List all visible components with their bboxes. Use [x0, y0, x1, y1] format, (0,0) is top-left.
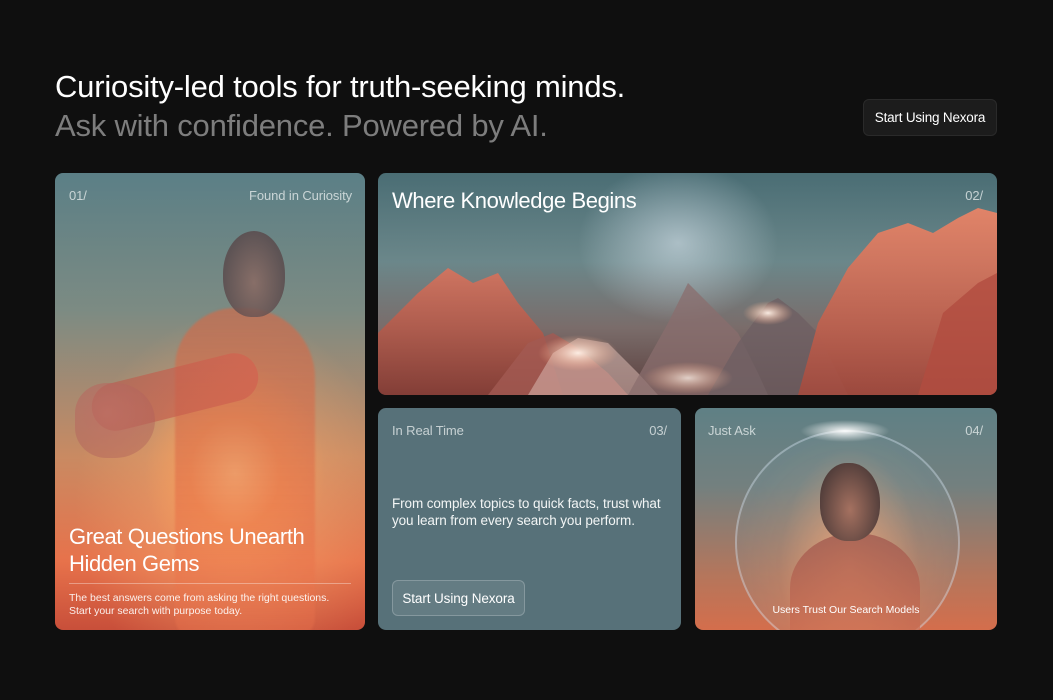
figure-hand-illustration: [75, 383, 155, 458]
card-description: The best answers come from asking the ri…: [69, 592, 330, 617]
card-knowledge: Where Knowledge Begins 02/: [378, 173, 997, 395]
card-real-time: In Real Time 03/ From complex topics to …: [378, 408, 681, 630]
card-number: 01/: [69, 188, 87, 203]
hero-subtitle: Ask with confidence. Powered by AI.: [55, 108, 548, 143]
card-headline: Great Questions Unearth Hidden Gems: [69, 524, 305, 576]
card-just-ask: Just Ask 04/ Users Trust Our Search Mode…: [695, 408, 997, 630]
card-curiosity: 01/ Found in Curiosity Great Questions U…: [55, 173, 365, 630]
card-number: 04/: [965, 423, 983, 438]
card-number: 03/: [649, 423, 667, 438]
start-using-button[interactable]: Start Using Nexora: [863, 99, 997, 136]
card-divider: [69, 583, 351, 584]
card-body-text: From complex topics to quick facts, trus…: [392, 496, 661, 528]
halo-illustration: [800, 420, 890, 442]
figure-head-illustration: [820, 463, 880, 541]
hero-title: Curiosity-led tools for truth-seeking mi…: [55, 69, 626, 104]
start-using-button[interactable]: Start Using Nexora: [392, 580, 525, 616]
figure-head-illustration: [223, 231, 285, 317]
card-caption: Users Trust Our Search Models: [772, 604, 920, 616]
card-tag: Just Ask: [708, 423, 756, 438]
card-tag: Found in Curiosity: [249, 188, 352, 203]
card-headline: Where Knowledge Begins: [392, 188, 637, 213]
card-tag: In Real Time: [392, 423, 464, 438]
card-number: 02/: [965, 188, 983, 203]
